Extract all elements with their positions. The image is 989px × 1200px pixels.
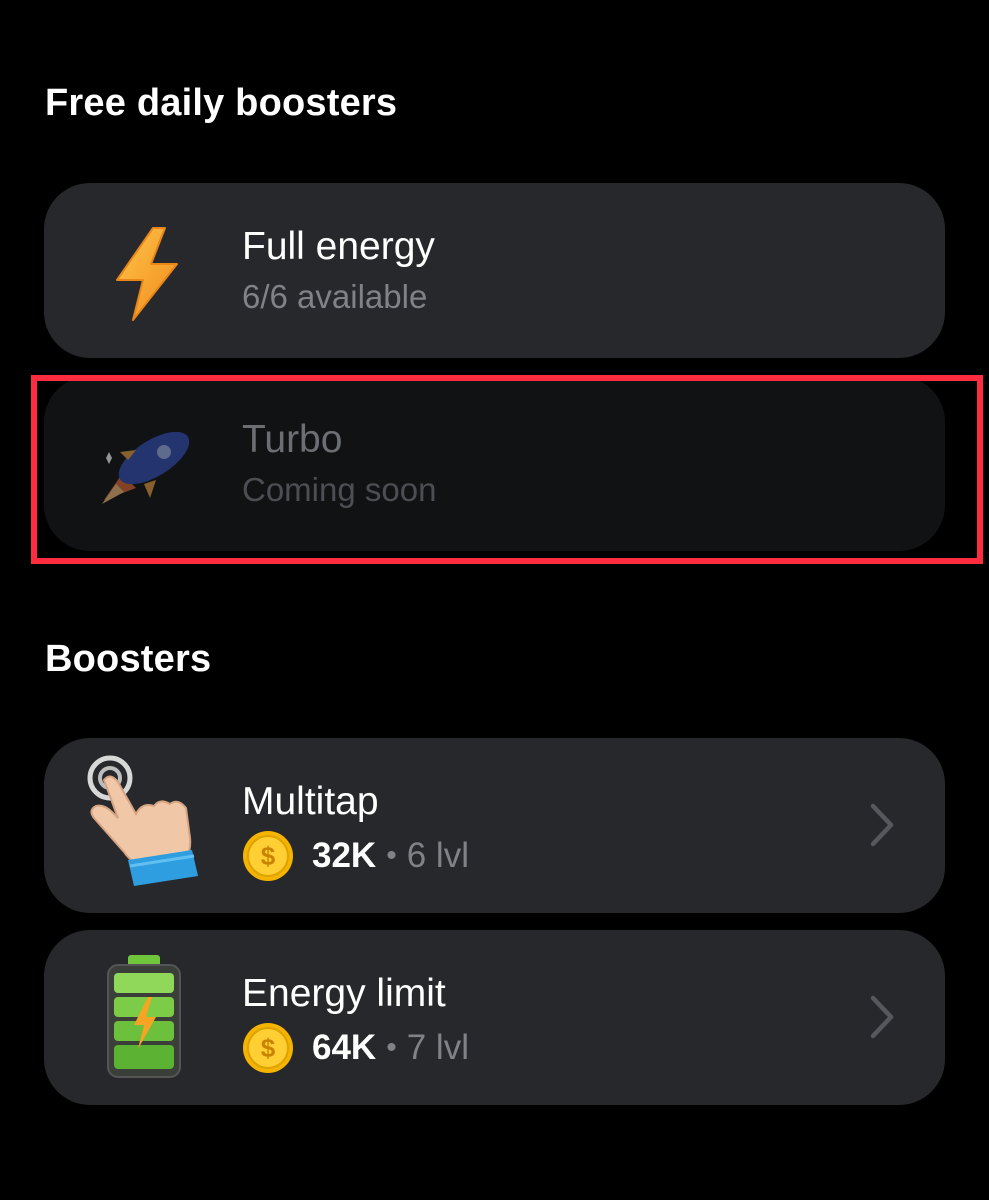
booster-title: Energy limit xyxy=(242,972,446,1015)
section-title-free-daily-boosters: Free daily boosters xyxy=(45,82,398,124)
booster-status: Coming soon xyxy=(242,471,437,508)
booster-card-full-energy[interactable]: Full energy 6/6 available xyxy=(44,183,945,358)
coin-icon: $ xyxy=(243,1023,293,1073)
booster-price: 32K xyxy=(312,836,377,875)
svg-text:$: $ xyxy=(261,841,276,871)
booster-card-energy-limit[interactable]: Energy limit $ 64K • 7 lvl xyxy=(44,930,945,1105)
chevron-right-icon xyxy=(870,803,894,847)
price-row: $ 32K • 6 lvl xyxy=(242,830,469,882)
section-title-boosters: Boosters xyxy=(45,638,212,680)
booster-level: 6 lvl xyxy=(406,836,469,875)
lightning-bolt-icon xyxy=(92,219,202,329)
price-row: $ 64K • 7 lvl xyxy=(242,1022,469,1074)
booster-price: 64K xyxy=(312,1028,377,1067)
chevron-right-icon xyxy=(870,995,894,1039)
booster-title: Turbo xyxy=(242,418,343,461)
separator-dot: • xyxy=(386,1031,397,1064)
booster-level: 7 lvl xyxy=(406,1028,469,1067)
svg-text:$: $ xyxy=(261,1033,276,1063)
booster-card-multitap[interactable]: Multitap $ 32K • 6 lvl xyxy=(44,738,945,913)
booster-title: Multitap xyxy=(242,780,379,823)
coin-icon: $ xyxy=(243,831,293,881)
booster-title: Full energy xyxy=(242,225,435,268)
booster-availability: 6/6 available xyxy=(242,278,428,315)
battery-icon xyxy=(96,952,191,1082)
separator-dot: • xyxy=(386,839,397,872)
booster-card-turbo[interactable]: Turbo Coming soon xyxy=(44,376,945,551)
tap-hand-icon xyxy=(80,754,210,894)
rocket-icon xyxy=(92,412,202,522)
